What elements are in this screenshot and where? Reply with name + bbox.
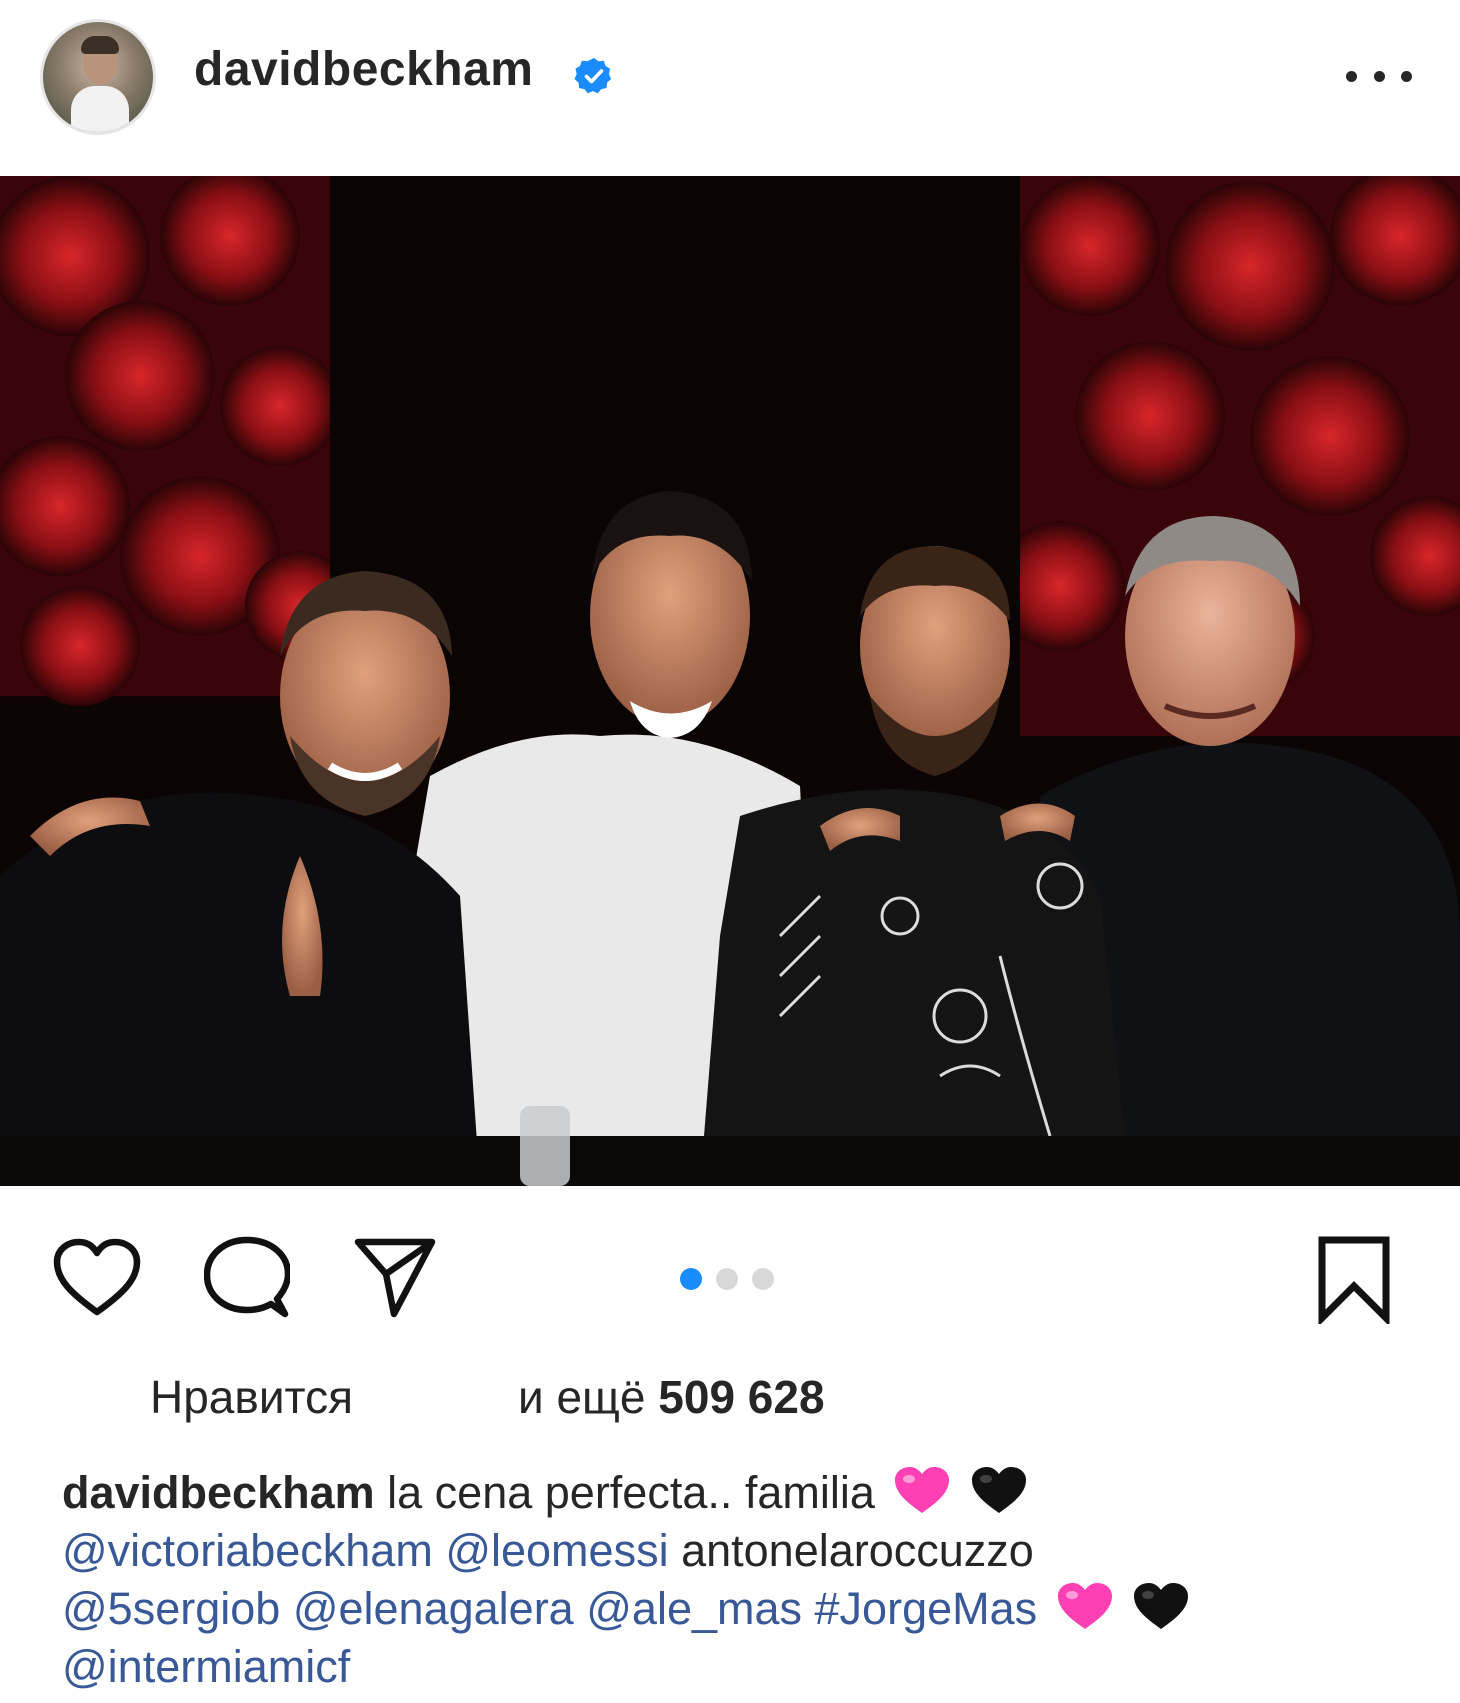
likes-more: и ещё 509 628	[518, 1370, 825, 1424]
carousel-dot	[716, 1268, 738, 1290]
caption-line-3: @5sergiob @elenagalera @ale_mas #JorgeMa…	[62, 1580, 1422, 1638]
author-username[interactable]: davidbeckham	[194, 42, 533, 97]
likes-conjunction: и ещё	[518, 1371, 646, 1423]
action-bar	[0, 1186, 1460, 1356]
carousel-dot	[680, 1268, 702, 1290]
mention-leomessi[interactable]: @leomessi	[445, 1525, 668, 1576]
more-dot	[1373, 70, 1385, 82]
carousel-indicator	[680, 1268, 774, 1290]
post-photo[interactable]	[0, 176, 1460, 1186]
photo-illustration	[0, 176, 1460, 1186]
caption-plain-antonelaroccuzzo: antonelaroccuzzo	[681, 1525, 1034, 1576]
more-options-button[interactable]	[1346, 58, 1412, 94]
avatar-hair	[81, 36, 119, 54]
share-icon[interactable]	[352, 1236, 438, 1320]
comment-icon[interactable]	[204, 1236, 290, 1322]
post-caption: davidbeckham la cena perfecta.. familia …	[62, 1464, 1422, 1696]
likes-label: Нравится	[150, 1371, 353, 1423]
post-header: davidbeckham	[0, 0, 1460, 176]
caption-line-4: @intermiamicf	[62, 1638, 1422, 1696]
mention-intermiamicf[interactable]: @intermiamicf	[62, 1641, 350, 1692]
author-avatar[interactable]	[40, 19, 156, 135]
bookmark-icon[interactable]	[1316, 1236, 1392, 1324]
heart-icon[interactable]	[52, 1238, 142, 1318]
likes-count: 509 628	[658, 1371, 825, 1423]
hashtag-jorgemas[interactable]: #JorgeMas	[815, 1583, 1038, 1634]
mention-ale-mas[interactable]: @ale_mas	[586, 1583, 802, 1634]
black-heart-icon	[1134, 1583, 1189, 1629]
caption-username[interactable]: davidbeckham	[62, 1467, 375, 1518]
caption-text: la cena perfecta.. familia	[387, 1467, 875, 1518]
more-dot	[1401, 70, 1412, 82]
caption-line-1: davidbeckham la cena perfecta.. familia	[62, 1464, 1422, 1522]
carousel-dot	[752, 1268, 774, 1290]
avatar-shirt	[71, 86, 129, 132]
mention-elenagalera[interactable]: @elenagalera	[293, 1583, 574, 1634]
mention-victoriabeckham[interactable]: @victoriabeckham	[62, 1525, 433, 1576]
pink-heart-icon	[895, 1467, 950, 1513]
mention-5sergiob[interactable]: @5sergiob	[62, 1583, 280, 1634]
caption-line-2: @victoriabeckham @leomessi antonelaroccu…	[62, 1522, 1422, 1580]
verified-badge-icon	[574, 58, 612, 94]
black-heart-icon	[971, 1467, 1026, 1513]
more-dot	[1346, 70, 1357, 82]
pink-heart-icon	[1057, 1583, 1112, 1629]
